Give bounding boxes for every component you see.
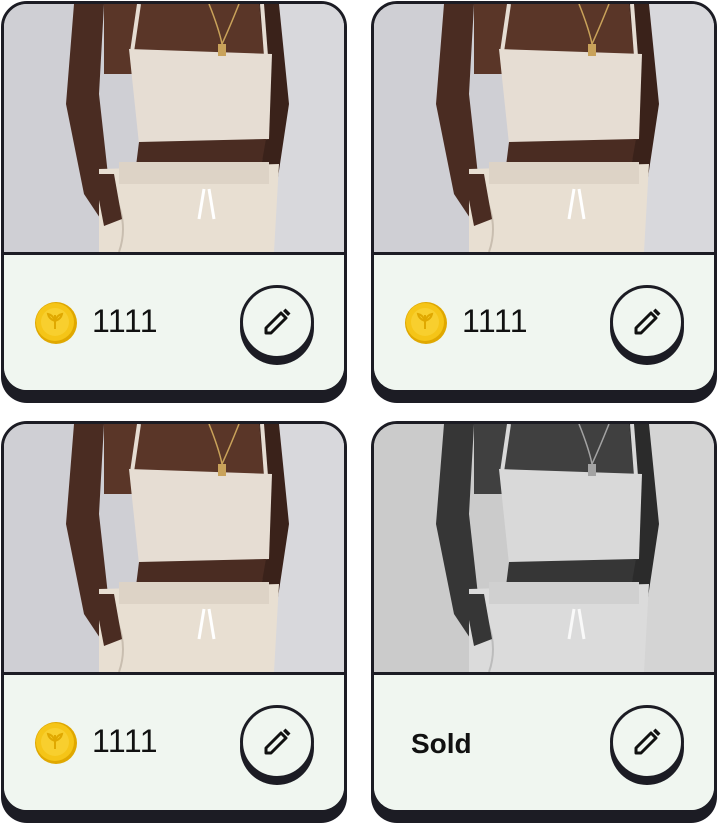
price-label: 1111 bbox=[92, 723, 159, 759]
pencil-icon bbox=[631, 726, 663, 758]
pencil-icon bbox=[631, 306, 663, 338]
pencil-icon bbox=[261, 726, 293, 758]
product-photo bbox=[4, 424, 344, 675]
price-label: 1111 bbox=[92, 303, 159, 339]
product-photo bbox=[4, 4, 344, 255]
card-footer: Sold bbox=[374, 675, 714, 810]
edit-button[interactable] bbox=[610, 705, 684, 779]
card-footer: 1111 bbox=[374, 255, 714, 390]
product-photo-grayscale bbox=[374, 424, 714, 675]
price-label: 1111 bbox=[462, 303, 529, 339]
edit-button[interactable] bbox=[240, 705, 314, 779]
product-card[interactable]: 1111 bbox=[1, 421, 347, 813]
pencil-icon bbox=[261, 306, 293, 338]
card-footer: 1111 bbox=[4, 255, 344, 390]
coin-icon bbox=[404, 301, 448, 345]
product-photo bbox=[374, 4, 714, 255]
product-card[interactable]: 1111 bbox=[1, 1, 347, 393]
coin-icon bbox=[34, 721, 78, 765]
product-card-sold[interactable]: Sold bbox=[371, 421, 717, 813]
edit-button[interactable] bbox=[240, 285, 314, 359]
card-footer: 1111 bbox=[4, 675, 344, 810]
product-card[interactable]: 1111 bbox=[371, 1, 717, 393]
sold-status: Sold bbox=[411, 728, 472, 759]
coin-icon bbox=[34, 301, 78, 345]
edit-button[interactable] bbox=[610, 285, 684, 359]
